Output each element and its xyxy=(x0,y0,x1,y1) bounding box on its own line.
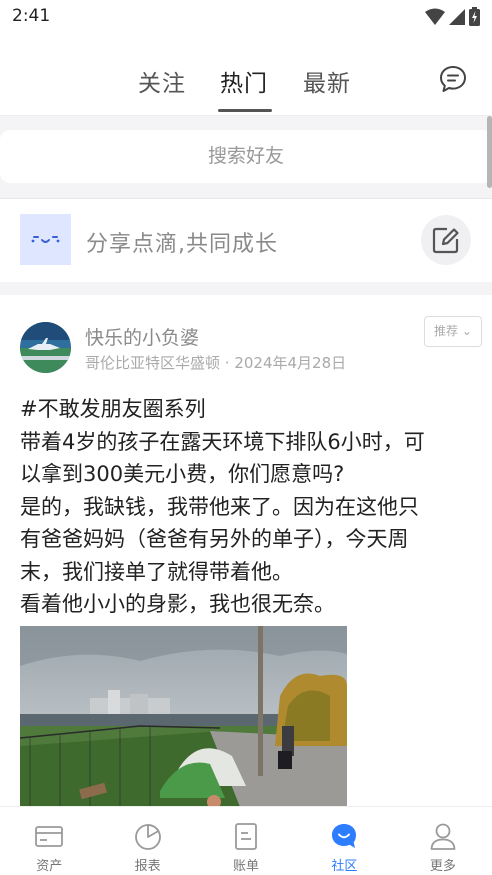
compose-button[interactable] xyxy=(421,215,471,265)
nav-community-label: 社区 xyxy=(331,859,358,874)
battery-icon xyxy=(469,7,480,26)
tab-hot[interactable]: 热门 xyxy=(220,64,268,98)
tab-following[interactable]: 关注 xyxy=(138,64,186,98)
poster-username[interactable]: 快乐的小负婆 xyxy=(85,323,199,350)
post-line: 带着4岁的孩子在露天环境下排队6小时，可 xyxy=(20,429,425,454)
poster-avatar-image xyxy=(20,322,71,373)
queue-photo-image xyxy=(20,626,347,807)
meta-separator: · xyxy=(224,354,235,372)
post-line: 末，我们接单了就得带着他。 xyxy=(20,559,293,584)
recommend-label: 推荐 xyxy=(434,324,459,338)
wifi-icon xyxy=(425,8,445,25)
nav-reports[interactable]: 报表 xyxy=(98,807,196,875)
post-card[interactable]: 快乐的小负婆 哥伦比亚特区华盛顿 · 2024年4月28日 推荐 ⌄ #不敢发朋… xyxy=(0,295,492,807)
smiley-face-icon xyxy=(31,236,60,243)
tab-latest[interactable]: 最新 xyxy=(303,64,351,98)
status-bar: 2:41 xyxy=(0,0,492,34)
section-divider xyxy=(0,282,492,295)
poster-avatar[interactable] xyxy=(20,322,71,373)
scrollbar[interactable] xyxy=(487,116,492,188)
search-friends-input[interactable]: 搜索好友 xyxy=(0,130,492,183)
nav-community[interactable]: 社区 xyxy=(295,807,393,875)
post-body: #不敢发朋友圈系列 带着4岁的孩子在露天环境下排队6小时，可 以拿到300美元小… xyxy=(20,393,475,621)
top-nav: 关注 热门 最新 xyxy=(0,34,492,116)
nav-assets[interactable]: 资产 xyxy=(0,807,98,875)
nav-reports-label: 报表 xyxy=(134,859,161,874)
edit-icon xyxy=(432,227,459,254)
post-line: #不敢发朋友圈系列 xyxy=(20,397,206,421)
share-composer[interactable]: 分享点滴,共同成长 xyxy=(0,198,492,282)
post-line: 是的，我缺钱，我带他来了。因为在这他只 xyxy=(20,494,419,519)
status-time: 2:41 xyxy=(12,6,51,26)
nav-bills[interactable]: 账单 xyxy=(197,807,295,875)
post-line: 看着他小小的身影，我也很无奈。 xyxy=(20,592,335,616)
nav-more[interactable]: 更多 xyxy=(394,807,492,875)
status-icons xyxy=(425,7,480,26)
post-location: 哥伦比亚特区华盛顿 xyxy=(85,354,221,372)
pie-chart-icon xyxy=(134,824,161,850)
post-date: 2024年4月28日 xyxy=(234,354,347,372)
post-line: 有爸爸妈妈（爸爸有另外的单子），今天周 xyxy=(20,527,409,551)
bottom-nav: 资产 报表 账单 社区 更多 xyxy=(0,806,492,875)
share-prompt[interactable]: 分享点滴,共同成长 xyxy=(86,226,278,258)
nav-more-label: 更多 xyxy=(429,859,456,874)
post-meta: 哥伦比亚特区华盛顿 · 2024年4月28日 xyxy=(85,352,346,373)
post-photo[interactable] xyxy=(20,626,347,807)
active-tab-indicator xyxy=(218,109,272,112)
nav-assets-label: 资产 xyxy=(36,859,63,874)
wallet-icon xyxy=(35,826,64,847)
post-line: 以拿到300美元小费，你们愿意吗? xyxy=(20,462,345,486)
profile-icon xyxy=(430,823,456,850)
nav-bills-label: 账单 xyxy=(233,859,260,874)
cellular-signal-icon xyxy=(449,8,465,25)
bill-icon xyxy=(235,823,257,850)
chevron-down-icon: ⌄ xyxy=(458,324,472,338)
community-icon xyxy=(332,824,357,848)
recommend-tag[interactable]: 推荐 ⌄ xyxy=(424,316,482,347)
search-section: 搜索好友 xyxy=(0,116,492,198)
chat-bubble-icon[interactable] xyxy=(438,64,468,94)
user-avatar xyxy=(20,214,71,265)
